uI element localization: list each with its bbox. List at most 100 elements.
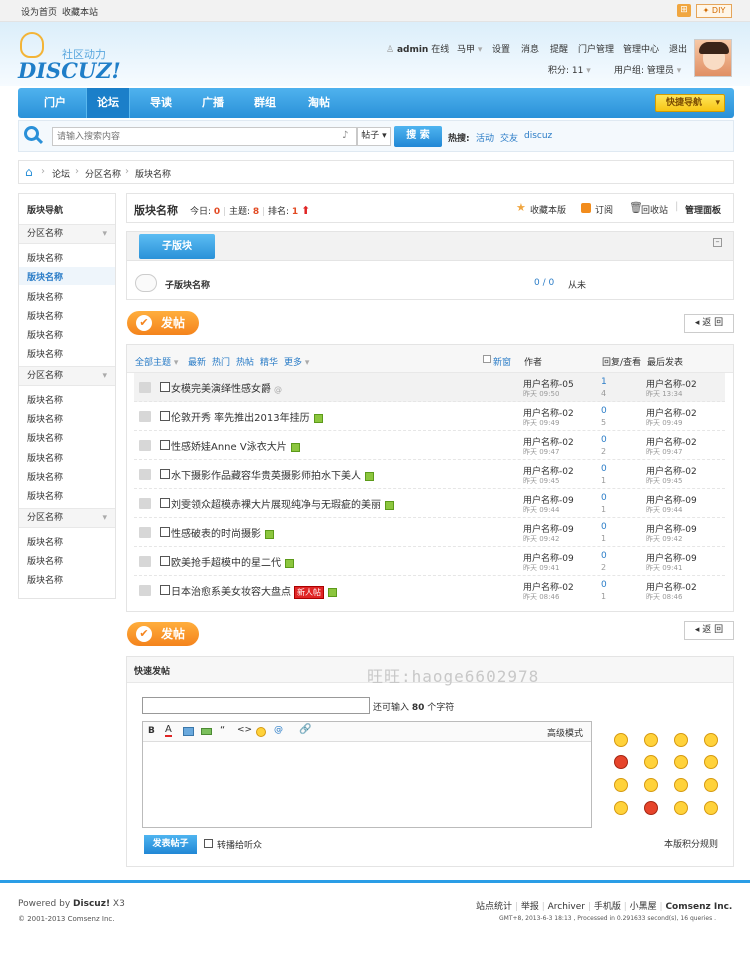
table-row[interactable]: 水下摄影作品藏容华贵英摄影师拍水下美人 用户名称-02 昨天 09:45 01 用… — [134, 460, 725, 489]
message-textarea[interactable] — [143, 743, 591, 827]
filter-hot[interactable]: 热门 — [212, 355, 230, 368]
breadcrumb-forum[interactable]: 论坛 — [52, 167, 70, 180]
breadcrumb-group[interactable]: 分区名称 — [85, 167, 121, 180]
table-row[interactable]: 女模完美演绎性感女爵 @ 用户名称-05 昨天 09:50 14 用户名称-02 昨天… — [134, 373, 725, 402]
bookmark-link[interactable]: 收藏本站 — [62, 5, 98, 18]
advanced-mode-link[interactable]: 高级模式 — [547, 726, 583, 739]
home-icon[interactable]: ⌂ — [25, 165, 33, 179]
new-window-checkbox[interactable] — [483, 355, 491, 363]
filter-all[interactable]: 全部主题 ▾ — [135, 355, 178, 368]
smiley-icon[interactable] — [704, 801, 718, 815]
thread-checkbox[interactable] — [160, 469, 170, 479]
thread-checkbox[interactable] — [160, 556, 170, 566]
last-post-time[interactable]: 昨天 08:46 — [646, 592, 682, 602]
thread-checkbox[interactable] — [160, 411, 170, 421]
sidebar-group-header[interactable]: 分区名称 ▾ — [19, 366, 115, 386]
search-button[interactable]: 搜 索 — [394, 126, 442, 147]
new-window-label[interactable]: 新窗 — [493, 355, 511, 368]
mention-icon[interactable]: @ — [274, 725, 283, 735]
sidebar-item[interactable]: 版块名称 — [27, 470, 63, 483]
thread-checkbox[interactable] — [160, 440, 170, 450]
thread-title[interactable]: 性感娇娃Anne V泳衣大片 — [171, 438, 300, 453]
thread-checkbox[interactable] — [160, 585, 170, 595]
collapse-icon[interactable]: – — [713, 238, 722, 247]
thread-checkbox[interactable] — [160, 527, 170, 537]
table-row[interactable]: 日本治愈系美女妆容大盘点 新人帖 用户名称-02 昨天 08:46 01 用户名称-… — [134, 576, 725, 605]
navigator-icon[interactable]: ⊞ — [677, 4, 691, 17]
subforum-name[interactable]: 子版块名称 — [165, 278, 210, 291]
avatar[interactable] — [694, 39, 732, 77]
sidebar-item-active[interactable]: 版块名称 — [27, 270, 63, 283]
sidebar-item[interactable]: 版块名称 — [27, 431, 63, 444]
sidebar-item[interactable]: 版块名称 — [27, 309, 63, 322]
favorite-forum-link[interactable]: 收藏本版 — [530, 203, 566, 216]
sidebar-item[interactable]: 版块名称 — [27, 393, 63, 406]
share-label[interactable]: 转播给听众 — [217, 838, 262, 851]
nav-item-broadcast[interactable]: 广播 — [190, 88, 236, 118]
filter-hotpost[interactable]: 热帖 — [236, 355, 254, 368]
diy-button[interactable]: ✦ DIY — [696, 4, 732, 18]
back-button[interactable]: ◂ 返 回 — [684, 314, 734, 333]
nav-item-group[interactable]: 群组 — [242, 88, 288, 118]
smiley-icon[interactable] — [644, 733, 658, 747]
thread-checkbox[interactable] — [160, 498, 170, 508]
hot-search-link[interactable]: 交友 — [500, 131, 518, 144]
manage-panel-link[interactable]: 管理面板 — [685, 203, 721, 216]
last-post-time[interactable]: 昨天 09:44 — [646, 505, 682, 515]
thread-title[interactable]: 水下摄影作品藏容华贵英摄影师拍水下美人 — [171, 467, 374, 482]
logout-link[interactable]: 退出 — [669, 42, 687, 55]
new-post-button[interactable]: ✔ 发帖 — [127, 622, 199, 646]
bold-icon[interactable]: B — [148, 726, 155, 736]
table-row[interactable]: 性感娇娃Anne V泳衣大片 用户名称-02 昨天 09:47 02 用户名称-0… — [134, 431, 725, 460]
breadcrumb-board[interactable]: 版块名称 — [135, 167, 171, 180]
microphone-icon[interactable]: ♪ — [342, 130, 348, 141]
nav-item-forum[interactable]: 论坛 — [86, 88, 130, 118]
last-post-time[interactable]: 昨天 09:42 — [646, 534, 682, 544]
quick-nav-button[interactable]: 快捷导航 ▾ — [655, 94, 725, 112]
sidebar-item[interactable]: 版块名称 — [27, 451, 63, 464]
subject-input[interactable] — [142, 697, 370, 714]
footer-link-report[interactable]: 举报 — [521, 902, 539, 912]
thread-title[interactable]: 刘雯领众超模赤裸大片展现纯净与无瑕疵的美丽 — [171, 496, 394, 511]
set-home-link[interactable]: 设为首页 — [21, 5, 57, 18]
smiley-icon[interactable] — [644, 778, 658, 792]
powered-brand[interactable]: Discuz! — [73, 899, 110, 909]
sidebar-item[interactable]: 版块名称 — [27, 554, 63, 567]
filter-newest[interactable]: 最新 — [188, 355, 206, 368]
remind-link[interactable]: 提醒 — [550, 42, 568, 55]
sidebar-item[interactable]: 版块名称 — [27, 251, 63, 264]
angry-smiley-icon[interactable] — [614, 755, 628, 769]
thread-title[interactable]: 性感破表的时尚摄影 — [171, 525, 274, 540]
smiley-icon[interactable] — [674, 801, 688, 815]
footer-link-archiver[interactable]: Archiver — [548, 902, 585, 912]
smiley-icon[interactable] — [704, 733, 718, 747]
new-post-button[interactable]: ✔ 发帖 — [127, 311, 199, 335]
nav-item-collection[interactable]: 淘帖 — [296, 88, 342, 118]
thread-checkbox[interactable] — [160, 382, 170, 392]
hot-search-link[interactable]: 活动 — [476, 131, 494, 144]
hot-search-link[interactable]: discuz — [524, 131, 552, 141]
sidebar-item[interactable]: 版块名称 — [27, 573, 63, 586]
credit-rules-link[interactable]: 本版积分规则 — [664, 837, 718, 850]
recycle-link[interactable]: 回收站 — [641, 203, 668, 216]
font-color-icon[interactable]: A — [165, 725, 172, 737]
settings-link[interactable]: 设置 — [492, 42, 510, 55]
sidebar-group-header[interactable]: 分区名称 ▾ — [19, 508, 115, 528]
smiley-icon[interactable] — [704, 755, 718, 769]
smiley-icon[interactable] — [614, 778, 628, 792]
filter-more[interactable]: 更多 ▾ — [284, 355, 309, 368]
attachment-icon[interactable]: 🔗 — [299, 724, 311, 735]
thread-title[interactable]: 欧美抢手超模中的星二代 — [171, 554, 294, 569]
back-button[interactable]: ◂ 返 回 — [684, 621, 734, 640]
credits-menu[interactable]: 积分: 11 ▾ — [548, 63, 591, 76]
image-icon[interactable] — [183, 727, 194, 736]
last-post-time[interactable]: 昨天 13:34 — [646, 389, 682, 399]
last-post-time[interactable]: 昨天 09:41 — [646, 563, 682, 573]
table-row[interactable]: 刘雯领众超模赤裸大片展现纯净与无瑕疵的美丽 用户名称-09 昨天 09:44 01… — [134, 489, 725, 518]
usergroup-menu[interactable]: 用户组: 管理员 ▾ — [614, 63, 681, 76]
sidebar-item[interactable]: 版块名称 — [27, 489, 63, 502]
smiley-icon[interactable] — [614, 733, 628, 747]
smiley-icon[interactable] — [704, 778, 718, 792]
search-input[interactable] — [52, 127, 357, 146]
nav-item-portal[interactable]: 门户 — [32, 88, 78, 118]
